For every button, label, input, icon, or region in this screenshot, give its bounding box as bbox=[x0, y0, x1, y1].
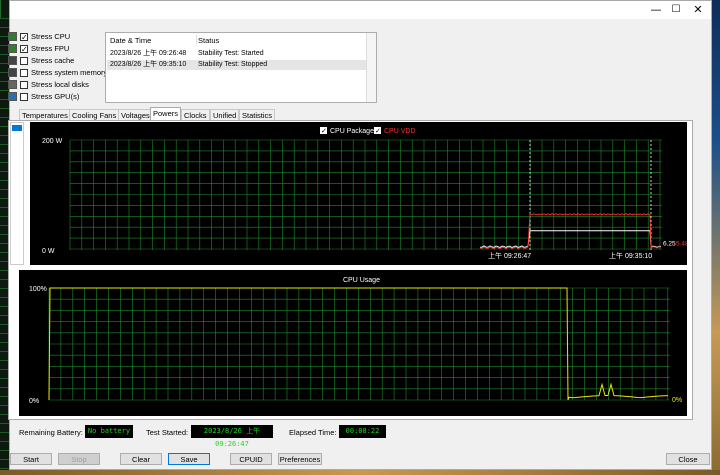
stress-option[interactable]: Stress cache bbox=[8, 55, 74, 66]
log-datetime: 2023/8/26 上午 09:35:10 bbox=[110, 61, 187, 68]
stress-option-label: Stress cache bbox=[31, 56, 75, 65]
stress-option[interactable]: Stress local disks bbox=[8, 79, 89, 90]
preferences-button[interactable]: Preferences bbox=[278, 453, 322, 465]
taskbar-edge bbox=[0, 470, 720, 475]
cpuid-button[interactable]: CPUID bbox=[230, 453, 272, 465]
fpu-icon bbox=[8, 44, 17, 53]
current-value-label: 5.48 bbox=[676, 241, 687, 248]
log-table[interactable]: Date & Time Status 2023/8/26 上午 09:26:48… bbox=[105, 32, 377, 103]
stress-option-label: Stress CPU bbox=[31, 32, 71, 41]
clear-button[interactable]: Clear bbox=[120, 453, 162, 465]
y-axis-label: 200 W bbox=[42, 138, 63, 145]
tab-statistics[interactable]: Statistics bbox=[239, 109, 276, 120]
chart-list-scrollbar[interactable] bbox=[10, 122, 24, 265]
stress-option[interactable]: Stress system memory bbox=[8, 67, 107, 78]
tab-voltages[interactable]: Voltages bbox=[118, 109, 153, 120]
stress-option-label: Stress GPU(s) bbox=[31, 92, 80, 101]
scrollbar-thumb[interactable] bbox=[12, 125, 22, 131]
legend-check-icon: ✓ bbox=[321, 127, 327, 135]
disk-icon bbox=[8, 80, 17, 89]
power-chart-svg: ✓ CPU Package ✓ CPU VDD200 W0 W上午 09:26:47 上… bbox=[42, 127, 687, 260]
y-axis-label: 100% bbox=[29, 286, 47, 293]
current-value-label: 6.25 bbox=[663, 241, 676, 248]
stress-option[interactable]: ✓ Stress FPU bbox=[8, 43, 69, 54]
battery-label: Remaining Battery: bbox=[19, 428, 83, 437]
stress-checkbox[interactable] bbox=[20, 80, 28, 89]
stress-checkbox[interactable] bbox=[20, 56, 28, 65]
test-started-value: 2023/8/26 上午 09:26:47 bbox=[191, 425, 273, 448]
log-scrollbar[interactable] bbox=[366, 33, 376, 102]
time-marker-label: 上午 09:26:47 bbox=[488, 251, 531, 260]
tab-temperatures[interactable]: Temperatures bbox=[19, 109, 71, 120]
cache-icon bbox=[8, 56, 17, 65]
tab-cooling-fans[interactable]: Cooling Fans bbox=[69, 109, 120, 120]
stress-option-label: Stress local disks bbox=[31, 80, 89, 89]
close-window-button[interactable]: ✕ bbox=[684, 1, 712, 19]
stress-option-label: Stress FPU bbox=[31, 44, 70, 53]
power-chart: ✓ CPU Package ✓ CPU VDD 200 W0 W 上午 09:26:47 上… bbox=[30, 122, 687, 265]
stress-option[interactable]: ✓ Stress CPU bbox=[8, 31, 70, 42]
chart-title: CPU Usage bbox=[343, 277, 380, 284]
legend-check-icon: ✓ bbox=[375, 127, 381, 135]
current-value-label: 0% bbox=[672, 397, 682, 404]
start-button[interactable]: Start bbox=[10, 453, 52, 465]
elapsed-time-label: Elapsed Time: bbox=[289, 428, 337, 437]
y-axis-label: 0% bbox=[29, 398, 39, 405]
stress-checkbox[interactable]: ✓ bbox=[20, 32, 28, 41]
y-axis-label: 0 W bbox=[42, 248, 55, 255]
stress-checkbox[interactable] bbox=[20, 68, 28, 77]
series-line bbox=[479, 230, 662, 249]
log-status: Stability Test: Started bbox=[198, 50, 264, 57]
stress-checkbox[interactable] bbox=[20, 92, 28, 101]
log-header-datetime[interactable]: Date & Time bbox=[110, 36, 151, 45]
legend-label: CPU Package bbox=[330, 128, 374, 135]
log-row[interactable]: 2023/8/26 上午 09:26:48 Stability Test: St… bbox=[107, 49, 367, 59]
cpu-icon bbox=[8, 32, 17, 41]
stress-option-label: Stress system memory bbox=[31, 68, 108, 77]
time-marker-label: 上午 09:35:10 bbox=[609, 251, 652, 260]
title-bar[interactable]: — ☐ ✕ bbox=[10, 1, 711, 19]
stress-option[interactable]: Stress GPU(s) bbox=[8, 91, 79, 102]
stress-checkbox[interactable]: ✓ bbox=[20, 44, 28, 53]
save-button[interactable]: Save bbox=[168, 453, 210, 465]
tab-clocks[interactable]: Clocks bbox=[181, 109, 210, 120]
stop-button[interactable]: Stop bbox=[58, 453, 100, 465]
close-button[interactable]: Close bbox=[666, 453, 710, 465]
log-datetime: 2023/8/26 上午 09:26:48 bbox=[110, 50, 187, 57]
desktop-wallpaper bbox=[712, 0, 720, 475]
log-status: Stability Test: Stopped bbox=[198, 61, 268, 68]
elapsed-time-value: 00:08:22 bbox=[339, 425, 386, 438]
log-row[interactable]: 2023/8/26 上午 09:35:10 Stability Test: St… bbox=[107, 60, 367, 70]
cpu-usage-chart-svg: CPU Usage 100% 0% 0% bbox=[29, 277, 682, 405]
cpu-usage-chart: CPU Usage 100% 0% 0% bbox=[19, 270, 687, 416]
log-header-status[interactable]: Status bbox=[198, 36, 219, 45]
legend-label: CPU VDD bbox=[384, 128, 416, 135]
memory-icon bbox=[8, 68, 17, 77]
tab-unified[interactable]: Unified bbox=[210, 109, 240, 120]
gpu-icon bbox=[8, 92, 17, 101]
battery-value: No battery bbox=[85, 425, 133, 438]
test-started-label: Test Started: bbox=[146, 428, 189, 437]
tab-powers[interactable]: Powers bbox=[150, 107, 182, 120]
